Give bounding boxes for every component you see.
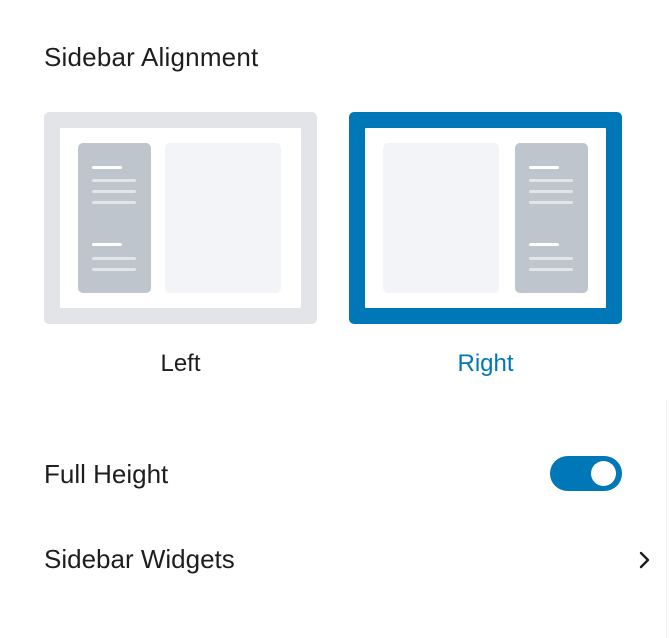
- preview-line: [92, 166, 122, 169]
- preview-line: [529, 268, 573, 271]
- preview-line: [92, 179, 136, 182]
- preview-line: [92, 268, 136, 271]
- preview-line: [529, 179, 573, 182]
- preview-line: [529, 257, 573, 260]
- preview-content: [383, 143, 499, 293]
- preview-sidebar: [78, 143, 151, 293]
- layout-preview-right: [365, 128, 606, 308]
- preview-line: [529, 243, 559, 246]
- sidebar-alignment-right-option[interactable]: [349, 112, 622, 324]
- option-label-left[interactable]: Left: [44, 350, 317, 378]
- preview-line: [529, 201, 573, 204]
- layout-preview-left: [60, 128, 301, 308]
- full-height-label: Full Height: [44, 459, 169, 489]
- preview-line: [92, 243, 122, 246]
- sidebar-widgets-link[interactable]: Sidebar Widgets: [44, 544, 235, 575]
- sidebar-alignment-left-option[interactable]: [44, 112, 317, 324]
- preview-content: [165, 143, 281, 293]
- option-label-right[interactable]: Right: [349, 350, 622, 378]
- preview-line: [92, 201, 136, 204]
- sidebar-alignment-heading: Sidebar Alignment: [44, 42, 259, 72]
- panel-edge: [666, 400, 667, 638]
- full-height-toggle[interactable]: [550, 456, 622, 491]
- preview-sidebar: [515, 143, 588, 293]
- toggle-knob: [591, 461, 616, 486]
- preview-line: [92, 190, 136, 193]
- preview-line: [529, 190, 573, 193]
- chevron-right-icon[interactable]: [634, 547, 656, 573]
- preview-line: [529, 166, 559, 169]
- preview-line: [92, 257, 136, 260]
